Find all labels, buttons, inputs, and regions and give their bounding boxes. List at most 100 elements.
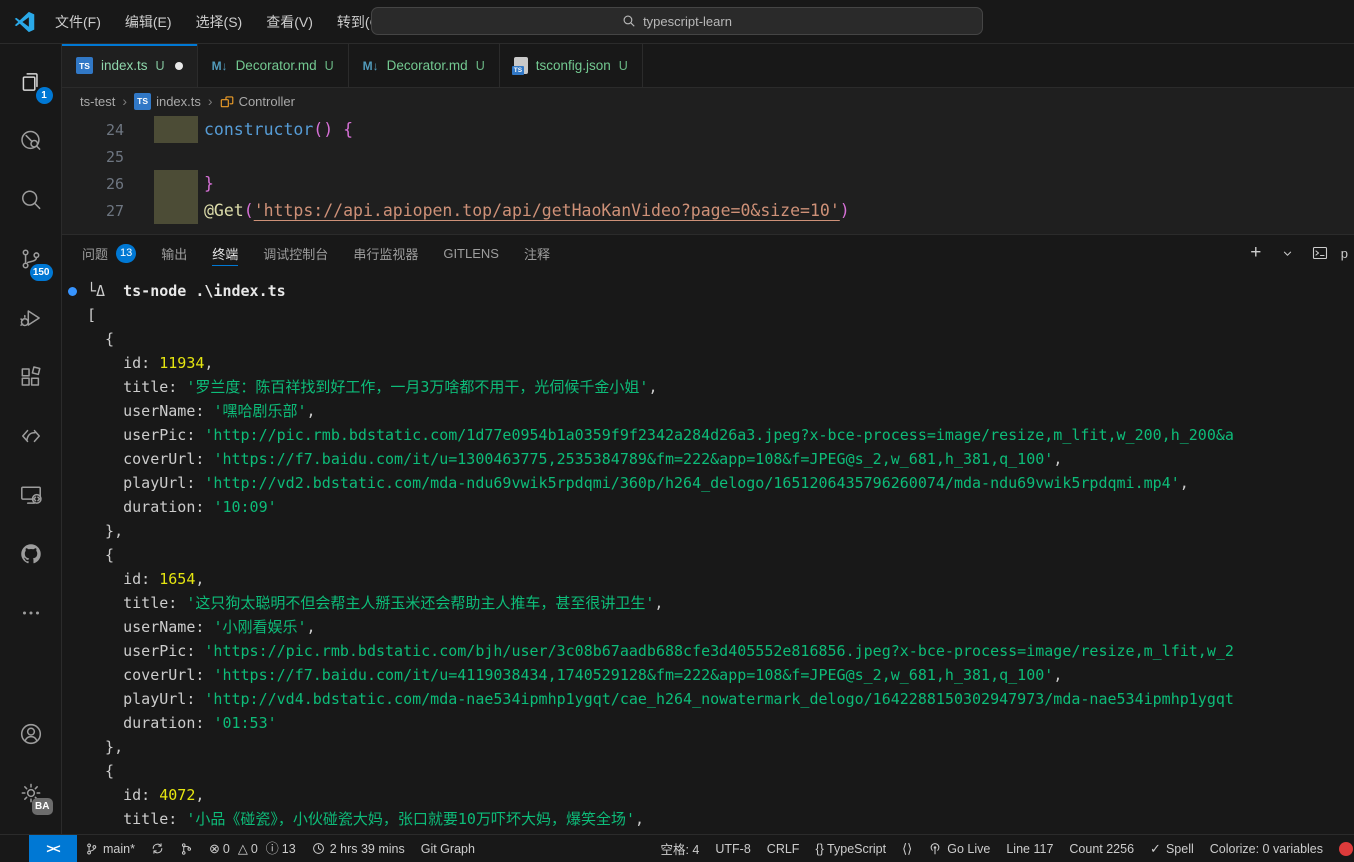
terminal-segment: , bbox=[654, 594, 663, 612]
title-bar: 文件(F)编辑(E)选择(S)查看(V)转到(G)··· typescript-… bbox=[0, 0, 1354, 44]
terminal-segment: coverUrl: bbox=[87, 450, 213, 468]
menu-item-edit[interactable]: 编辑(E) bbox=[115, 7, 182, 37]
breadcrumb-item-folder[interactable]: ts-test bbox=[80, 94, 115, 109]
status-bar-right: 空格: 4UTF-8 CRLF {} TypeScript⟨⟩Go LiveLine… bbox=[652, 835, 1354, 862]
panel-tab-gitlens[interactable]: GITLENS bbox=[443, 235, 499, 271]
terminal-line: duration: '10:09' bbox=[62, 495, 1354, 519]
menu-item-view[interactable]: 查看(V) bbox=[256, 7, 323, 37]
activity-item-explorer[interactable]: 1 bbox=[7, 58, 55, 106]
status-colorize[interactable]: Colorize: 0 variables bbox=[1202, 835, 1331, 862]
status-notification[interactable] bbox=[1331, 835, 1354, 862]
terminal-segment: 'https://f7.baidu.com/it/u=4119038434,17… bbox=[213, 666, 1053, 684]
search-icon bbox=[18, 187, 44, 213]
status-commit-graph[interactable] bbox=[172, 835, 201, 862]
status-indentation[interactable]: 空格: 4 bbox=[652, 835, 707, 862]
activity-item-more-views[interactable] bbox=[7, 589, 55, 637]
terminal-line: coverUrl: 'https://f7.baidu.com/it/u=411… bbox=[62, 663, 1354, 687]
warning-icon: △ bbox=[238, 842, 248, 855]
info-count: 13 bbox=[282, 842, 296, 856]
breadcrumb-label: Controller bbox=[239, 94, 295, 109]
code-text: @Get('https://api.apiopen.top/api/getHao… bbox=[204, 201, 850, 220]
tab-tsconfig-json[interactable]: TStsconfig.jsonU bbox=[500, 44, 643, 87]
terminal-segment: [ bbox=[87, 306, 96, 324]
panel-tab-output[interactable]: 输出 bbox=[161, 235, 187, 271]
terminal-segment: 1654 bbox=[159, 570, 195, 588]
tab-decorator-md-1[interactable]: M↓Decorator.mdU bbox=[198, 44, 349, 87]
terminal-segment: title: bbox=[87, 378, 186, 396]
terminal-line: id: 11934, bbox=[62, 351, 1354, 375]
breadcrumb-separator: › bbox=[208, 93, 213, 109]
status-git-graph[interactable]: Git Graph bbox=[413, 835, 483, 862]
status-problems-summary[interactable]: ⊗0△0ⓘ13 bbox=[201, 835, 304, 862]
activity-item-account[interactable] bbox=[7, 710, 55, 758]
terminal-line: userPic: 'https://pic.rmb.bdstatic.com/b… bbox=[62, 639, 1354, 663]
status-git-sync[interactable] bbox=[143, 835, 172, 862]
panel-tab-terminal[interactable]: 终端 bbox=[212, 235, 238, 271]
tab-label: index.ts bbox=[101, 58, 148, 73]
terminal-profile-dropdown[interactable] bbox=[1277, 242, 1299, 264]
terminal-line: title: '这只狗太聪明不但会帮主人掰玉米还会帮助主人推车，甚至很讲卫生', bbox=[62, 591, 1354, 615]
status-spell-check[interactable]: ✓Spell bbox=[1142, 835, 1202, 862]
modified-dot[interactable] bbox=[175, 62, 183, 70]
status-encoding[interactable]: UTF-8 bbox=[707, 835, 758, 862]
terminal-segment: , bbox=[204, 354, 213, 372]
tab-index-ts[interactable]: TSindex.tsU bbox=[62, 44, 198, 87]
status-count[interactable]: Count 2256 bbox=[1061, 835, 1142, 862]
markdown-file-icon: M↓ bbox=[212, 59, 228, 73]
panel-tab-label: 调试控制台 bbox=[263, 244, 328, 263]
status-language-mode[interactable]: {} TypeScript bbox=[807, 835, 894, 862]
panel-tab-comments[interactable]: 注释 bbox=[524, 235, 550, 271]
panel-tab-debug-console[interactable]: 调试控制台 bbox=[263, 235, 328, 271]
breadcrumb-item-symbol[interactable]: Controller bbox=[220, 94, 295, 109]
activity-item-run-and-debug[interactable] bbox=[7, 294, 55, 342]
command-center-search[interactable]: typescript-learn bbox=[371, 7, 983, 35]
status-cursor-line[interactable]: Line 117 bbox=[998, 835, 1061, 862]
terminal-segment: , bbox=[1180, 474, 1189, 492]
activity-item-live-share[interactable] bbox=[7, 412, 55, 460]
line-number: 25 bbox=[62, 148, 124, 166]
editor-code-area[interactable]: 24constructor() {2526}27@Get('https://ap… bbox=[62, 114, 1354, 234]
sync-icon bbox=[151, 842, 164, 855]
terminal-segment: id: bbox=[87, 570, 159, 588]
terminal-segment: ts-node .\index.ts bbox=[123, 282, 286, 300]
activity-item-source-control[interactable]: 150 bbox=[7, 235, 55, 283]
terminal-line: { bbox=[62, 543, 1354, 567]
status-label: Spell bbox=[1166, 842, 1194, 856]
panel-tab-problems[interactable]: 问题13 bbox=[82, 235, 136, 271]
new-terminal-button[interactable]: + bbox=[1245, 242, 1267, 264]
activity-item-extensions[interactable] bbox=[7, 353, 55, 401]
terminal-segment: duration: bbox=[87, 498, 213, 516]
terminal-segment: 'http://vd2.bdstatic.com/mda-ndu69vwik5r… bbox=[204, 474, 1179, 492]
breadcrumb[interactable]: ts-test›TSindex.ts›Controller bbox=[62, 88, 1354, 114]
terminal-tab-icon[interactable] bbox=[1309, 242, 1331, 264]
terminal-segment: 'http://pic.rmb.bdstatic.com/1d77e0954b1… bbox=[204, 426, 1234, 444]
terminal-line: id: 4072, bbox=[62, 783, 1354, 807]
terminal-line: { bbox=[62, 759, 1354, 783]
status-git-branch[interactable]: main* bbox=[77, 835, 143, 862]
problems-parts: ⊗0△0ⓘ13 bbox=[209, 842, 296, 856]
ts-file-icon: TS bbox=[134, 93, 151, 110]
tab-decorator-md-2[interactable]: M↓Decorator.mdU bbox=[349, 44, 500, 87]
activity-item-search[interactable] bbox=[7, 176, 55, 224]
terminal-output[interactable]: └Δ ts-node .\index.ts[ { id: 11934, titl… bbox=[62, 271, 1354, 834]
status-time-tracker[interactable]: 2 hrs 39 mins bbox=[304, 835, 413, 862]
status-go-live[interactable]: Go Live bbox=[920, 835, 998, 862]
activity-item-remote-explorer[interactable] bbox=[7, 471, 55, 519]
terminal-segment: '01:53' bbox=[213, 714, 276, 732]
terminal-line: [ bbox=[62, 303, 1354, 327]
status-eol[interactable]: CRLF bbox=[759, 835, 808, 862]
activity-item-gitlens-inspect[interactable] bbox=[7, 117, 55, 165]
menu-item-selection[interactable]: 选择(S) bbox=[186, 7, 253, 37]
panel-tab-serial-monitor[interactable]: 串行监视器 bbox=[353, 235, 418, 271]
breadcrumb-item-file[interactable]: TSindex.ts bbox=[134, 93, 201, 110]
activity-item-github[interactable] bbox=[7, 530, 55, 578]
status-label: CRLF bbox=[767, 842, 800, 856]
menu-item-file[interactable]: 文件(F) bbox=[45, 7, 111, 37]
activity-item-settings[interactable]: BA bbox=[7, 769, 55, 817]
status-angle-brackets[interactable]: ⟨⟩ bbox=[894, 835, 920, 862]
status-label: >< bbox=[46, 841, 59, 856]
terminal-line: title: '罗兰度：陈百祥找到好工作，一月3万啥都不用干，光伺候千金小姐', bbox=[62, 375, 1354, 399]
status-label: Git Graph bbox=[421, 842, 475, 856]
status-remote-indicator[interactable]: >< bbox=[29, 835, 77, 862]
terminal-segment: { bbox=[87, 330, 114, 348]
